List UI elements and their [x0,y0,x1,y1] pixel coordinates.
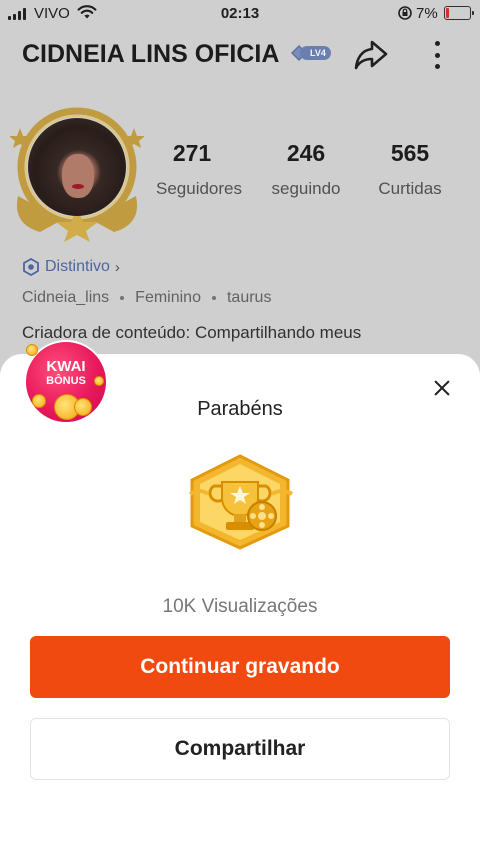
share-button[interactable]: Compartilhar [30,718,450,780]
trophy-badge-icon [188,454,294,550]
kwai-bonus-title: KWAI [46,358,86,375]
achievement-sheet: Parabéns 10K Visualizações Continuar gra… [0,354,480,854]
continue-recording-button[interactable]: Continuar gravando [30,636,450,698]
close-icon[interactable] [430,376,454,400]
achievement-label: 10K Visualizações [162,596,318,617]
kwai-bonus-badge[interactable]: KWAI BÔNUS [22,338,110,426]
kwai-bonus-subtitle: BÔNUS [46,375,86,387]
